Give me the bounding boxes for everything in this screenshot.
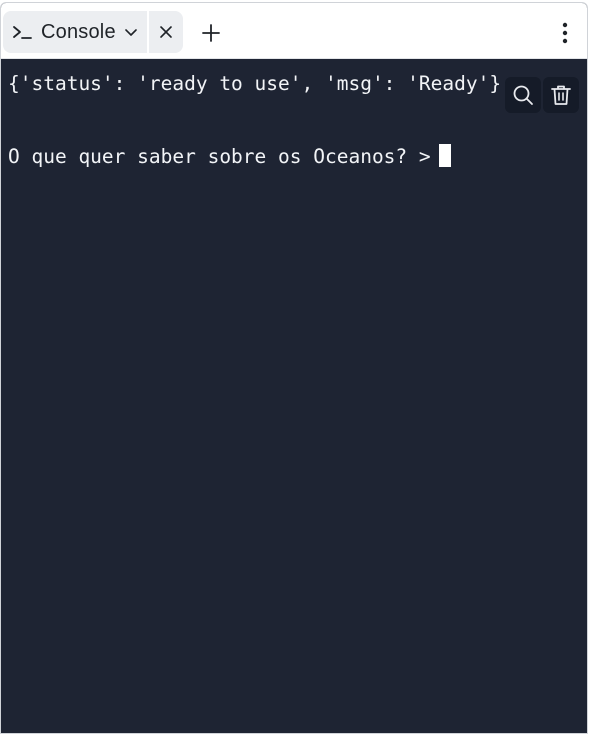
prompt-line[interactable]: O que quer saber sobre os Oceanos? > [8,144,451,168]
close-tab-button[interactable] [149,11,183,53]
tab-console-main[interactable]: Console [3,11,147,53]
console-output[interactable]: {'status': 'ready to use', 'msg': 'Ready… [1,60,587,733]
console-window: Console {'status': 'ready to use', 'msg'… [0,2,588,734]
search-icon [513,85,533,105]
chevron-down-icon[interactable] [124,25,138,39]
add-tab-button[interactable] [195,17,227,49]
prompt-text: O que quer saber sobre os Oceanos? > [8,145,431,168]
terminal-prompt-icon [11,20,35,44]
text-cursor [438,144,451,167]
clear-console-button[interactable] [543,77,579,113]
plus-icon [202,24,220,42]
tab-console[interactable]: Console [3,11,183,53]
trash-icon [551,85,571,105]
tab-bar: Console [1,3,587,59]
tab-label: Console [41,20,116,43]
kebab-menu-icon [562,22,568,44]
output-line: {'status': 'ready to use', 'msg': 'Ready… [8,72,502,95]
close-icon [160,26,172,38]
search-button[interactable] [505,77,541,113]
more-options-button[interactable] [553,17,577,49]
